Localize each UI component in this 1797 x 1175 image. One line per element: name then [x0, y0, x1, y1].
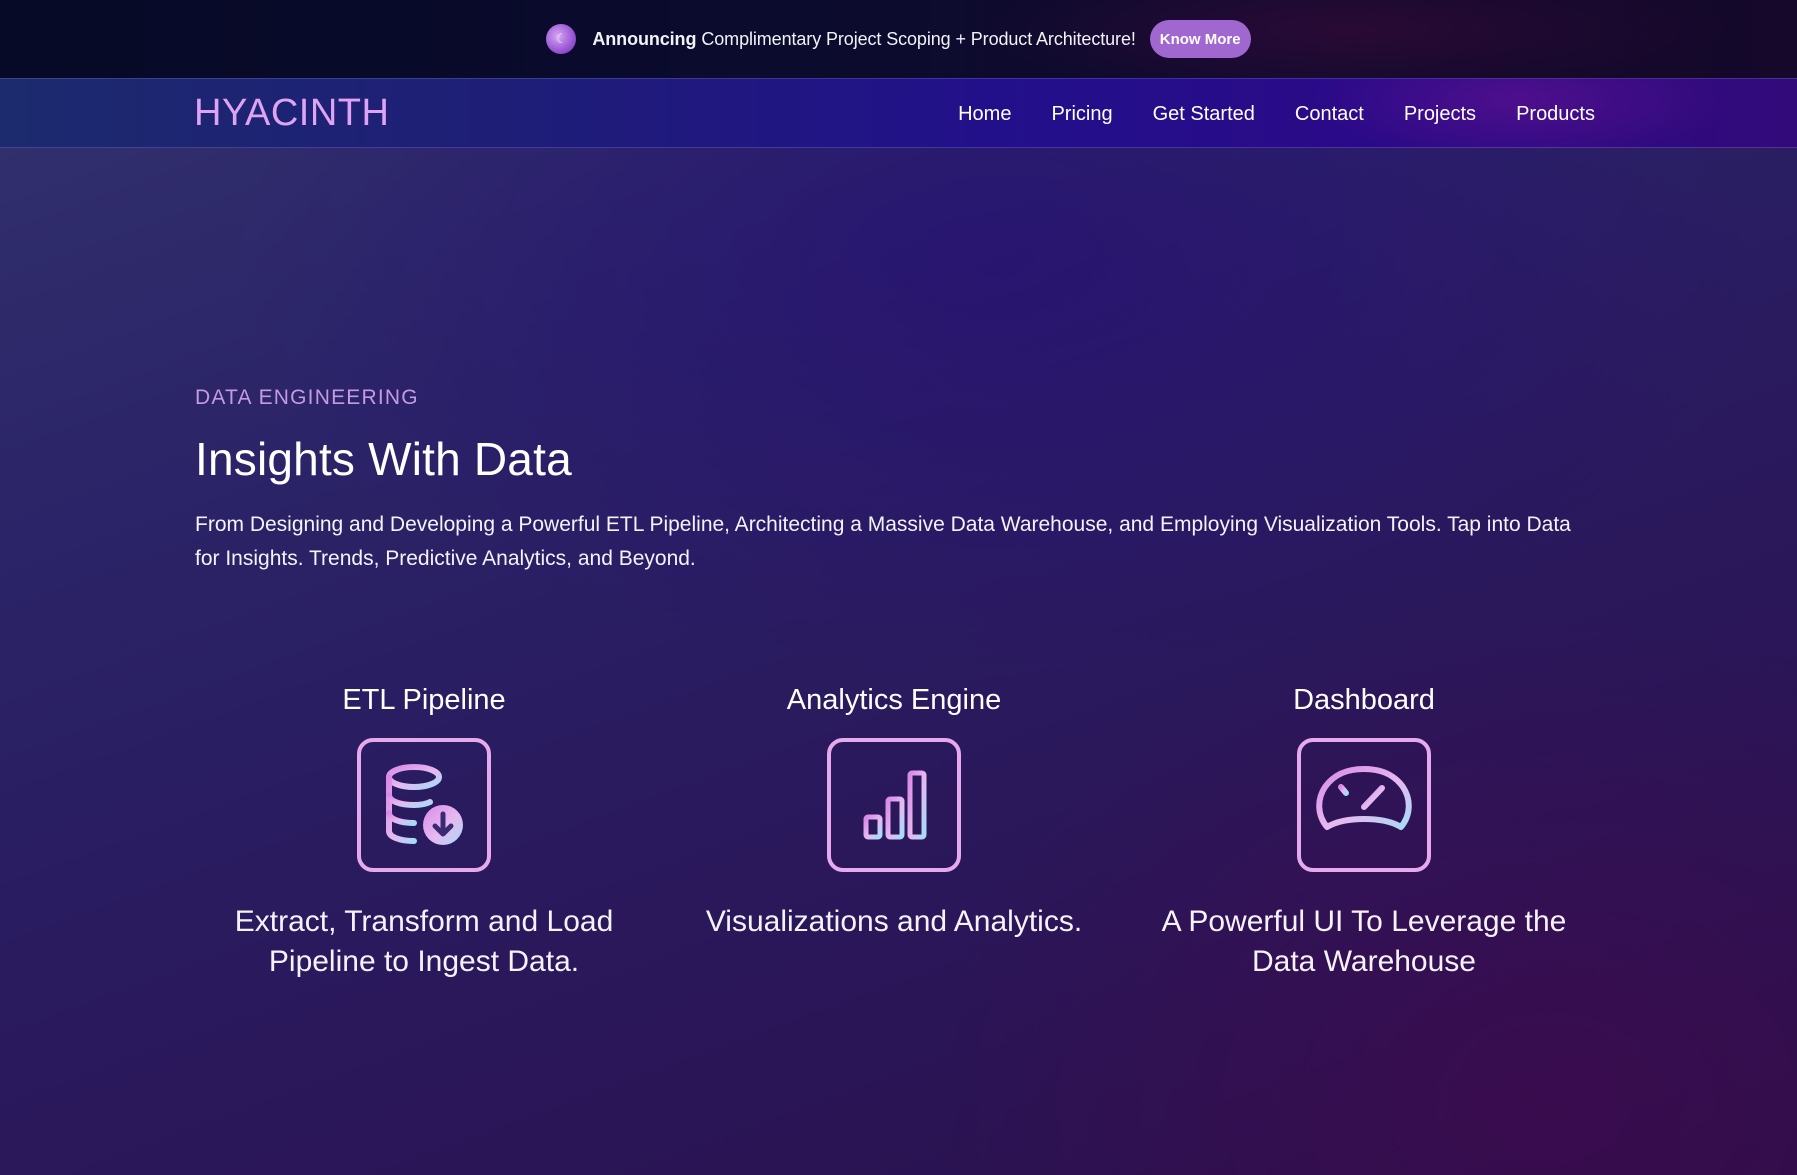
nav-projects[interactable]: Projects [1404, 103, 1476, 126]
hero-eyebrow: DATA ENGINEERING [195, 386, 419, 409]
feature-title: ETL Pipeline [342, 684, 506, 716]
bar-chart-icon [827, 738, 961, 872]
speedometer-icon [1297, 738, 1431, 872]
announcement-text: Complimentary Project Scoping + Product … [701, 28, 1136, 49]
database-download-icon [357, 738, 491, 872]
main-nav: Home Pricing Get Started Contact Project… [958, 79, 1595, 149]
announcement-bold: Announcing [592, 28, 697, 49]
site-header: HYACINTH Home Pricing Get Started Contac… [0, 78, 1797, 148]
feature-description: Visualizations and Analytics. [705, 905, 1083, 938]
feature-analytics-engine: Analytics Engine Visualizations and Anal… [684, 680, 1104, 942]
logo[interactable]: HYACINTH [194, 91, 389, 135]
feature-description: Extract, Transform and Load Pipeline to … [234, 905, 614, 978]
hero-description: From Designing and Developing a Powerful… [195, 513, 1571, 570]
feature-dashboard: Dashboard A Powerful UI To Leverage the … [1154, 680, 1574, 982]
feature-description: A Powerful UI To Leverage the Data Wareh… [1161, 905, 1567, 978]
feature-title: Analytics Engine [786, 684, 1002, 716]
nav-get-started[interactable]: Get Started [1153, 103, 1255, 126]
announcement-message: Announcing Complimentary Project Scoping … [592, 29, 1135, 50]
hero-title: Insights With Data [195, 433, 572, 485]
hero-section: DATA ENGINEERING Insights With Data From… [195, 386, 1595, 576]
nav-contact[interactable]: Contact [1295, 103, 1364, 126]
nav-products[interactable]: Products [1516, 103, 1595, 126]
nav-pricing[interactable]: Pricing [1051, 103, 1112, 126]
nav-home[interactable]: Home [958, 103, 1011, 126]
feature-title: Dashboard [1293, 684, 1435, 716]
moon-orb-icon: ☾ [546, 24, 577, 54]
know-more-button[interactable]: Know More [1149, 20, 1251, 58]
announcement-bar: ☾ Announcing Complimentary Project Scopin… [0, 0, 1797, 78]
feature-etl-pipeline: ETL Pipeline Extract, Transform and Load… [214, 680, 634, 982]
